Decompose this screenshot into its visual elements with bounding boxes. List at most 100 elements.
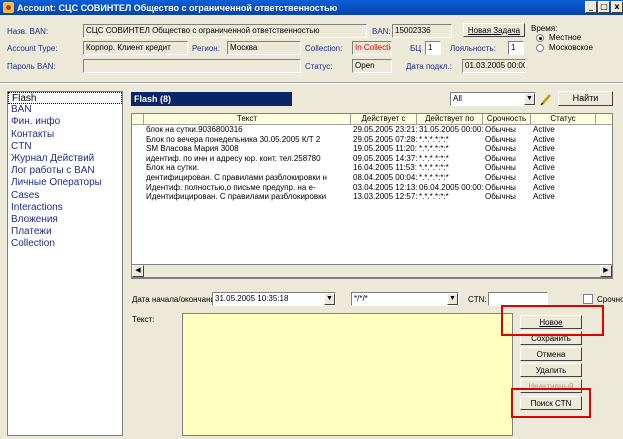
password-ban-label: Пароль BAN: [7, 62, 56, 71]
cell-text: SM Власова Мария 3008 [146, 144, 239, 154]
table-row[interactable]: Блок по вечера понедельника 30.05.2005 К… [132, 135, 612, 145]
cell-urgency: Обычны [485, 153, 516, 163]
sidebar-item-flash[interactable]: Flash [8, 92, 122, 105]
new-task-button[interactable]: Новая Задача [463, 23, 525, 37]
maximize-button[interactable]: □ [598, 1, 610, 13]
ban-field[interactable]: 15002336 [392, 24, 452, 38]
table-row[interactable]: SM Власова Мария 3008 19.05.2005 11:20:0… [132, 144, 612, 154]
cell-from: 19.05.2005 11:20:06 [353, 144, 417, 154]
cell-from: 29.05.2005 07:28:54 [353, 134, 417, 144]
table-row[interactable]: блок на сутки.9036800316 29.05.2005 23:2… [132, 125, 612, 135]
bc-label: БЦ [410, 44, 422, 53]
chevron-down-icon[interactable]: ▼ [524, 93, 535, 105]
cell-text: Блок по вечера понедельника 30.05.2005 К… [146, 134, 321, 144]
connect-date-field[interactable]: 01.03.2005 00:00 [462, 59, 526, 73]
date-from-picker[interactable]: 31.05.2005 10:35:18 ▼ [212, 292, 336, 306]
cell-urgency: Обычны [485, 182, 516, 192]
table-row[interactable]: идентиф. по инн и адресу юр. конт. тел.2… [132, 154, 612, 164]
text-label: Текст: [132, 315, 155, 324]
cell-to: *.*.*.*:*:* [419, 172, 449, 182]
close-button[interactable]: x [611, 1, 623, 13]
sidebar-item-fin-info[interactable]: Фин. инфо [8, 116, 122, 128]
bc-field[interactable]: 1 [425, 41, 441, 55]
urgent-label: Срочно [597, 295, 623, 304]
row-selector [132, 173, 144, 183]
name-ban-field[interactable]: СЦС СОВИНТЕЛ Общество с ограниченной отв… [83, 24, 367, 38]
cell-from: 29.05.2005 23:21:47 [353, 125, 417, 134]
cell-urgency: Обычны [485, 134, 516, 144]
sidebar-item-collection[interactable]: Collection [8, 238, 122, 250]
chevron-down-icon[interactable]: ▼ [324, 293, 335, 305]
sidebar-item-attachments[interactable]: Вложения [8, 214, 122, 226]
cell-to: *.*.*.*:*:* [419, 144, 449, 154]
date-to-value: */*/* [354, 294, 368, 303]
sidebar-item-interactions[interactable]: Interactions [8, 202, 122, 214]
sidebar-item-ban[interactable]: BAN [8, 104, 122, 116]
cell-status: Active [533, 192, 555, 202]
sidebar-item-ctn[interactable]: CTN [8, 141, 122, 153]
column-header-text[interactable]: Текст [144, 114, 351, 124]
collection-label: Collection: [305, 44, 343, 53]
row-selector [132, 154, 144, 164]
ctn-input[interactable] [488, 292, 548, 306]
scroll-left-icon[interactable]: ◀ [132, 265, 144, 277]
cell-text: идентиф. по инн и адресу юр. конт. тел.2… [146, 153, 321, 163]
collection-field[interactable]: In Collection [352, 41, 392, 55]
sidebar-nav: Flash BAN Фин. инфо Контакты CTN Журнал … [7, 91, 123, 436]
cell-urgency: Обычны [485, 163, 516, 173]
cell-text: блок на сутки.9036800316 [146, 125, 243, 134]
time-moscow-radio[interactable] [536, 44, 544, 52]
sidebar-item-action-log[interactable]: Журнал Действий [8, 153, 122, 165]
loyalty-field[interactable]: 1 [508, 41, 524, 55]
region-label: Регион: [192, 44, 220, 53]
cancel-button[interactable]: Отмена [520, 347, 582, 361]
sidebar-item-cases[interactable]: Cases [8, 190, 122, 202]
urgent-checkbox[interactable] [583, 294, 593, 304]
scroll-right-icon[interactable]: ▶ [600, 265, 612, 277]
name-ban-label: Назв. BAN: [7, 27, 49, 36]
account-type-field[interactable]: Корпор. Клиент кредит [83, 41, 188, 55]
minimize-button[interactable]: _ [585, 1, 597, 13]
ctn-label: CTN: [468, 295, 487, 304]
column-header-status[interactable]: Статус [531, 114, 596, 124]
table-row[interactable]: Идентиф. полностью,о письме предупр. на … [132, 183, 612, 193]
row-selector [132, 163, 144, 173]
table-row[interactable]: Блок на сутки. 16.04.2005 11:53:03 *.*.*… [132, 163, 612, 173]
row-selector [132, 125, 144, 135]
find-button[interactable]: Найти [558, 91, 613, 106]
time-local-label: Местное [549, 33, 582, 42]
status-label: Статус: [305, 62, 333, 71]
window-title: Account: СЦС СОВИНТЕЛ Общество с огранич… [17, 2, 338, 13]
sidebar-item-ban-log[interactable]: Лог работы с BAN [8, 165, 122, 177]
sidebar-item-contacts[interactable]: Контакты [8, 129, 122, 141]
cell-to: *.*.*.*:*:* [419, 134, 449, 144]
sidebar-item-payments[interactable]: Платежи [8, 226, 122, 238]
cell-status: Active [533, 153, 555, 163]
delete-button[interactable]: Удалить [520, 363, 582, 377]
region-field[interactable]: Москва [227, 41, 301, 55]
highlight-new-button [501, 305, 604, 336]
cell-status: Active [533, 182, 555, 192]
date-range-label: Дата начала/окончания: [132, 295, 222, 304]
time-local-radio[interactable] [536, 34, 544, 42]
chevron-down-icon[interactable]: ▼ [447, 293, 458, 305]
table-row[interactable]: Идентифицирован. С правилами разблокиров… [132, 192, 612, 202]
column-header-to[interactable]: Действует по [417, 114, 483, 124]
horizontal-scrollbar[interactable]: ◀ ▶ [131, 264, 613, 278]
cell-urgency: Обычны [485, 192, 516, 202]
cell-status: Active [533, 172, 555, 182]
window-controls: _ □ x [584, 1, 623, 13]
table-row[interactable]: дентифицирован. С правилами разблокировк… [132, 173, 612, 183]
pencil-icon[interactable] [539, 92, 553, 106]
cell-from: 16.04.2005 11:53:03 [353, 163, 417, 173]
cell-status: Active [533, 134, 555, 144]
password-ban-field[interactable] [83, 59, 301, 73]
flash-filter-select[interactable]: All ▼ [450, 92, 536, 106]
flash-text-area[interactable] [182, 313, 513, 436]
sidebar-item-personal-operators[interactable]: Личные Операторы [8, 177, 122, 189]
flash-table: Текст Действует с Действует по Срочность… [131, 113, 613, 279]
column-header-from[interactable]: Действует с [351, 114, 417, 124]
date-to-picker[interactable]: */*/* ▼ [351, 292, 459, 306]
column-header-urgency[interactable]: Срочность [483, 114, 531, 124]
status-field[interactable]: Open [352, 59, 392, 73]
